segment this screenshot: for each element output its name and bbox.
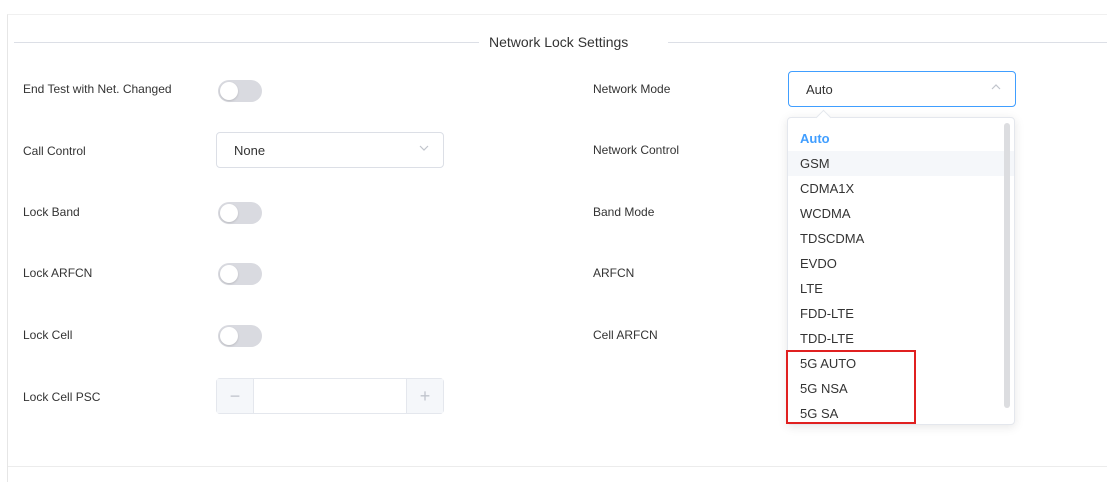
increment-button[interactable]: + <box>406 379 443 413</box>
option-lte[interactable]: LTE <box>788 276 1014 301</box>
network-mode-value: Auto <box>806 82 833 97</box>
option-auto[interactable]: Auto <box>788 126 1014 151</box>
arfcn-label: ARFCN <box>593 266 635 280</box>
chevron-up-icon <box>991 84 1001 90</box>
section-title: Network Lock Settings <box>489 34 629 50</box>
decrement-button[interactable]: − <box>217 379 254 413</box>
lock-band-switch[interactable] <box>218 202 262 224</box>
lock-cell-psc-input[interactable] <box>254 379 406 413</box>
cell-arfcn-label: Cell ARFCN <box>593 328 658 342</box>
section-divider-left <box>14 42 479 43</box>
network-mode-select[interactable]: Auto <box>788 71 1016 107</box>
lock-band-label: Lock Band <box>23 205 80 219</box>
call-control-select[interactable]: None <box>216 132 444 168</box>
switch-knob <box>220 265 238 283</box>
bottom-divider <box>8 466 1107 467</box>
switch-knob <box>220 327 238 345</box>
lock-cell-switch[interactable] <box>218 325 262 347</box>
option-tdd-lte[interactable]: TDD-LTE <box>788 326 1014 351</box>
highlight-box-5g-options <box>786 350 916 424</box>
option-fdd-lte[interactable]: FDD-LTE <box>788 301 1014 326</box>
lock-arfcn-label: Lock ARFCN <box>23 266 93 280</box>
end-test-switch[interactable] <box>218 80 262 102</box>
option-cdma1x[interactable]: CDMA1X <box>788 176 1014 201</box>
chevron-down-icon <box>419 145 429 151</box>
end-test-label: End Test with Net. Changed <box>23 82 172 96</box>
section-divider-right <box>668 42 1107 43</box>
call-control-label: Call Control <box>23 144 86 158</box>
lock-cell-psc-stepper[interactable]: − + <box>216 378 444 414</box>
call-control-value: None <box>234 143 266 158</box>
option-evdo[interactable]: EVDO <box>788 251 1014 276</box>
switch-knob <box>220 204 238 222</box>
lock-arfcn-switch[interactable] <box>218 263 262 285</box>
option-gsm[interactable]: GSM <box>788 151 1014 176</box>
switch-knob <box>220 82 238 100</box>
network-mode-label: Network Mode <box>593 82 671 96</box>
lock-cell-label: Lock Cell <box>23 328 73 342</box>
dropdown-scrollbar[interactable] <box>1004 123 1010 408</box>
lock-cell-psc-label: Lock Cell PSC <box>23 390 101 404</box>
band-mode-label: Band Mode <box>593 205 655 219</box>
option-tdscdma[interactable]: TDSCDMA <box>788 226 1014 251</box>
network-control-label: Network Control <box>593 143 680 157</box>
option-wcdma[interactable]: WCDMA <box>788 201 1014 226</box>
